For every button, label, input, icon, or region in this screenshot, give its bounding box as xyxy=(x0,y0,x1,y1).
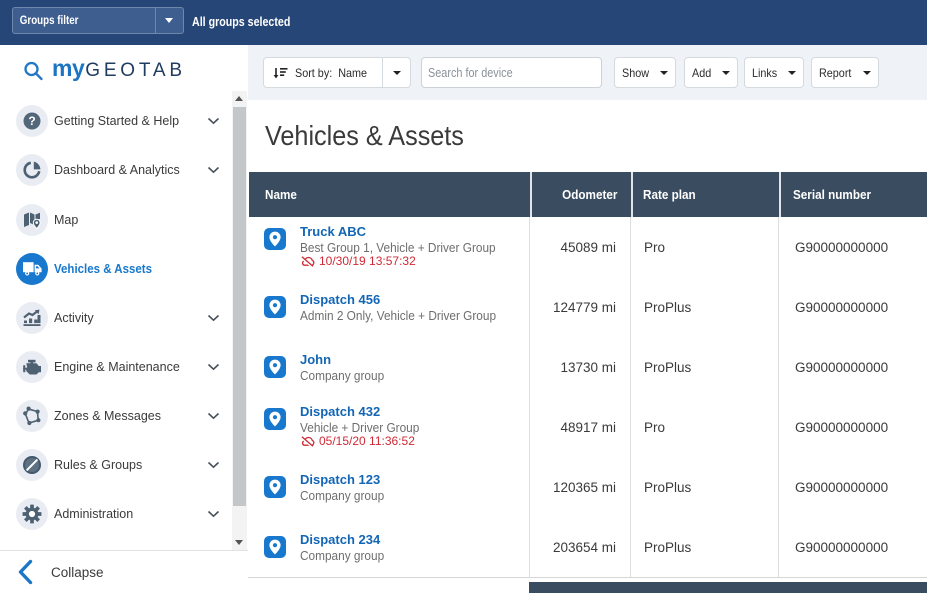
svg-text:?: ? xyxy=(28,114,35,128)
